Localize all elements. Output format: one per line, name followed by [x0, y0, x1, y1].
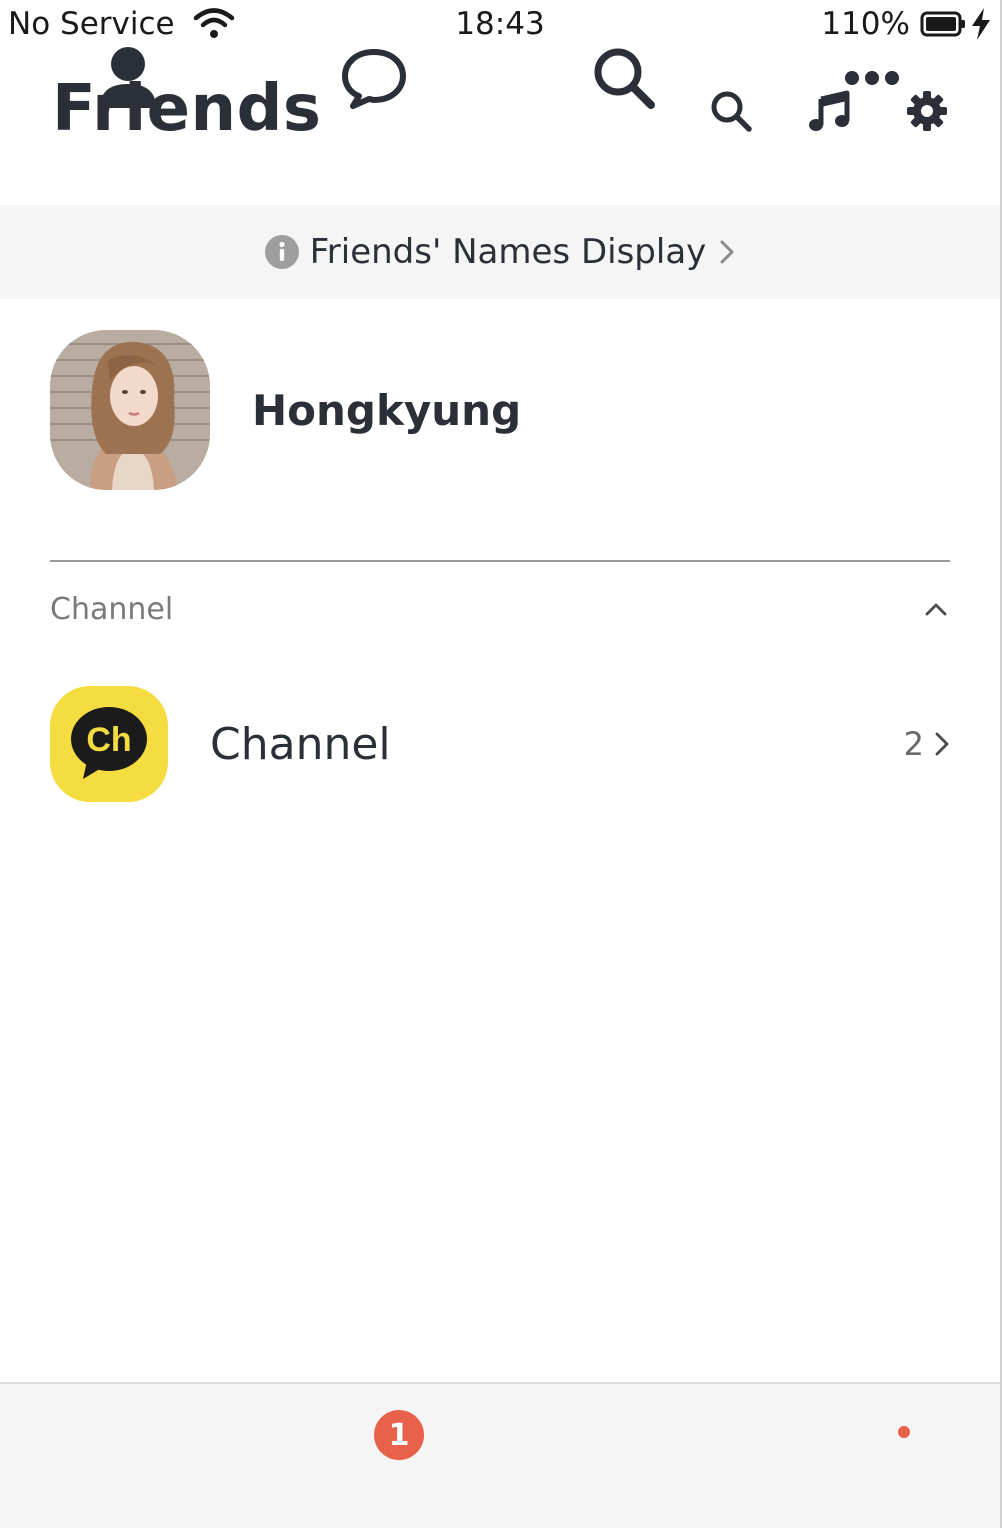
more-icon — [845, 71, 899, 85]
banner-label: Friends' Names Display — [309, 232, 707, 272]
person-icon — [100, 47, 156, 108]
chevron-right-icon — [720, 240, 734, 264]
channel-row[interactable]: Ch Channel 2 — [50, 686, 950, 802]
names-display-banner[interactable]: Friends' Names Display — [0, 205, 1000, 299]
channel-section-header[interactable]: Channel — [50, 586, 950, 632]
bottom-tab-bar — [0, 1382, 1000, 1528]
search-icon — [594, 48, 655, 109]
profile-photo — [50, 330, 210, 490]
channel-count: 2 — [903, 725, 924, 763]
battery-icon — [920, 11, 965, 37]
channel-logo-text: Ch — [86, 721, 131, 759]
channel-logo: Ch — [50, 686, 168, 802]
chat-bubble-ch-icon: Ch — [71, 707, 147, 779]
search-icon — [711, 91, 752, 132]
tab-chats[interactable] — [334, 38, 414, 118]
tab-friends[interactable] — [88, 38, 168, 118]
chevron-right-icon — [935, 732, 949, 756]
charging-bolt-icon — [972, 8, 990, 40]
battery-percent: 110% — [821, 6, 910, 42]
notification-dot — [898, 1426, 910, 1438]
info-icon — [264, 235, 299, 269]
tab-search[interactable] — [584, 38, 664, 118]
divider — [50, 560, 950, 562]
friends-screen: No Service 18:43 110% Friends Friends' N… — [0, 0, 1002, 1528]
tab-more[interactable] — [832, 38, 912, 118]
search-button[interactable] — [706, 86, 756, 136]
channel-name: Channel — [210, 718, 391, 770]
my-profile-row[interactable]: Hongkyung — [50, 330, 950, 490]
avatar — [50, 330, 210, 490]
chat-unread-badge: 1 — [374, 1410, 424, 1460]
chat-icon — [342, 49, 406, 109]
section-label: Channel — [50, 591, 174, 627]
chevron-up-icon — [925, 603, 947, 616]
profile-name: Hongkyung — [252, 385, 522, 435]
